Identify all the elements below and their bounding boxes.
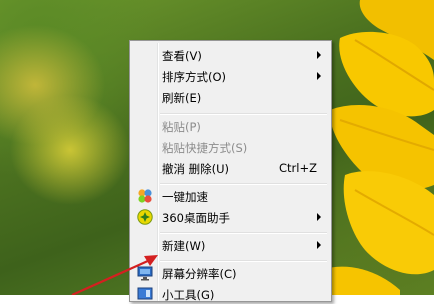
menu-item-paste-shortcut[interactable]: 粘贴快捷方式(S) bbox=[132, 137, 329, 157]
menu-separator bbox=[160, 183, 327, 185]
submenu-arrow-icon bbox=[317, 213, 321, 221]
menu-item-label: 排序方式(O) bbox=[162, 70, 227, 84]
desktop-context-menu: 查看(V) 排序方式(O) 刷新(E) 粘贴(P) 粘贴快捷方式(S) 撤消 删… bbox=[129, 40, 332, 302]
menu-item-label: 屏幕分辨率(C) bbox=[162, 267, 237, 281]
menu-item-label: 粘贴(P) bbox=[162, 120, 201, 134]
submenu-arrow-icon bbox=[317, 72, 321, 80]
menu-item-label: 新建(W) bbox=[162, 239, 206, 253]
menu-item-label: 撤消 删除(U) bbox=[162, 162, 230, 176]
menu-item-label: 粘贴快捷方式(S) bbox=[162, 141, 248, 155]
menu-item-gadgets[interactable]: 小工具(G) bbox=[132, 284, 329, 304]
menu-item-label: 360桌面助手 bbox=[162, 211, 230, 225]
submenu-arrow-icon bbox=[317, 51, 321, 59]
menu-item-undo-delete[interactable]: 撤消 删除(U) Ctrl+Z bbox=[132, 158, 329, 178]
menu-item-refresh[interactable]: 刷新(E) bbox=[132, 87, 329, 107]
menu-item-label: 一键加速 bbox=[162, 190, 208, 204]
speedup-icon bbox=[138, 189, 152, 203]
submenu-arrow-icon bbox=[317, 241, 321, 249]
menu-separator bbox=[160, 260, 327, 262]
menu-separator bbox=[160, 113, 327, 115]
menu-item-label: 刷新(E) bbox=[162, 91, 202, 105]
menu-item-paste[interactable]: 粘贴(P) bbox=[132, 116, 329, 136]
360-desktop-assistant-icon bbox=[137, 209, 153, 225]
menu-item-label: 查看(V) bbox=[162, 49, 202, 63]
menu-item-sort-by[interactable]: 排序方式(O) bbox=[132, 66, 329, 86]
menu-item-new[interactable]: 新建(W) bbox=[132, 235, 329, 255]
menu-item-view[interactable]: 查看(V) bbox=[132, 45, 329, 65]
menu-separator bbox=[160, 232, 327, 234]
menu-item-360-desktop-assistant[interactable]: 360桌面助手 bbox=[132, 207, 329, 227]
screen-resolution-icon bbox=[137, 266, 153, 281]
menu-item-label: 小工具(G) bbox=[162, 288, 215, 302]
gadgets-icon bbox=[137, 287, 153, 300]
menu-item-shortcut: Ctrl+Z bbox=[279, 161, 317, 175]
menu-item-screen-resolution[interactable]: 屏幕分辨率(C) bbox=[132, 263, 329, 283]
menu-item-one-click-speedup[interactable]: 一键加速 bbox=[132, 186, 329, 206]
